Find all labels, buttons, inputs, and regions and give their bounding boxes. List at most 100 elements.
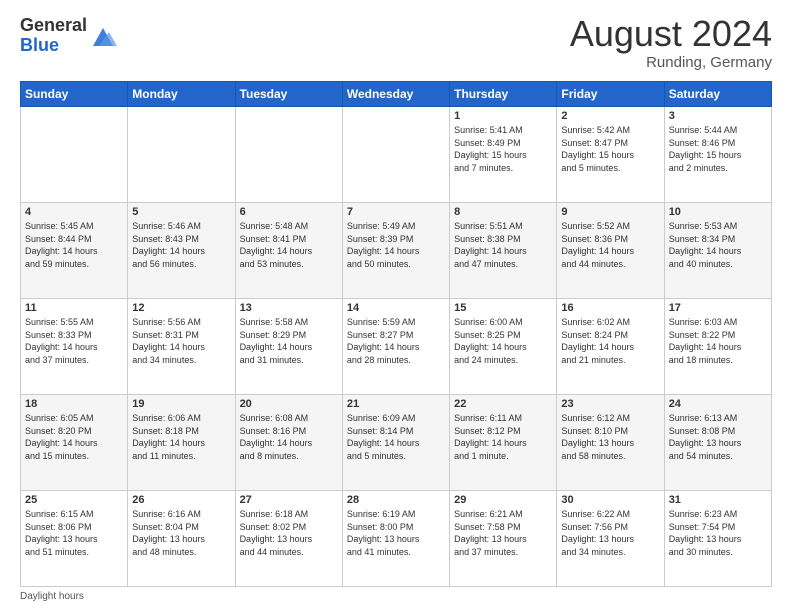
calendar-cell: 31 Sunrise: 6:23 AM Sunset: 7:54 PM Dayli…	[664, 491, 771, 587]
day-number: 28	[347, 494, 445, 506]
calendar-cell: 17 Sunrise: 6:03 AM Sunset: 8:22 PM Dayli…	[664, 299, 771, 395]
day-number: 17	[669, 302, 767, 314]
day-number: 21	[347, 398, 445, 410]
day-info: Sunrise: 5:59 AM Sunset: 8:27 PM Dayligh…	[347, 316, 445, 366]
day-info: Sunrise: 6:02 AM Sunset: 8:24 PM Dayligh…	[561, 316, 659, 366]
header-tuesday: Tuesday	[235, 82, 342, 107]
day-info: Sunrise: 5:58 AM Sunset: 8:29 PM Dayligh…	[240, 316, 338, 366]
footer-note: Daylight hours	[20, 591, 772, 602]
day-number: 9	[561, 206, 659, 218]
calendar-table: Sunday Monday Tuesday Wednesday Thursday…	[20, 81, 772, 587]
day-number: 6	[240, 206, 338, 218]
day-info: Sunrise: 6:21 AM Sunset: 7:58 PM Dayligh…	[454, 508, 552, 558]
calendar-cell: 7 Sunrise: 5:49 AM Sunset: 8:39 PM Daylig…	[342, 203, 449, 299]
calendar-cell: 23 Sunrise: 6:12 AM Sunset: 8:10 PM Dayli…	[557, 395, 664, 491]
day-info: Sunrise: 6:03 AM Sunset: 8:22 PM Dayligh…	[669, 316, 767, 366]
day-info: Sunrise: 5:51 AM Sunset: 8:38 PM Dayligh…	[454, 220, 552, 270]
calendar-cell: 6Sunrise: 5:48 AM Sunset: 8:41 PM Daylig…	[235, 203, 342, 299]
day-number: 15	[454, 302, 552, 314]
calendar-cell: 19Sunrise: 6:06 AM Sunset: 8:18 PM Dayli…	[128, 395, 235, 491]
calendar-cell: 30 Sunrise: 6:22 AM Sunset: 7:56 PM Dayli…	[557, 491, 664, 587]
day-info: Sunrise: 5:55 AM Sunset: 8:33 PM Dayligh…	[25, 316, 123, 366]
day-number: 11	[25, 302, 123, 314]
day-number: 18	[25, 398, 123, 410]
calendar-cell	[342, 107, 449, 203]
calendar-cell: 28 Sunrise: 6:19 AM Sunset: 8:00 PM Dayli…	[342, 491, 449, 587]
day-number: 4	[25, 206, 123, 218]
day-info: Sunrise: 6:06 AM Sunset: 8:18 PM Dayligh…	[132, 412, 230, 462]
calendar-cell: 5 Sunrise: 5:46 AM Sunset: 8:43 PM Daylig…	[128, 203, 235, 299]
day-number: 14	[347, 302, 445, 314]
day-info: Sunrise: 6:23 AM Sunset: 7:54 PM Dayligh…	[669, 508, 767, 558]
day-number: 16	[561, 302, 659, 314]
day-number: 3	[669, 110, 767, 122]
day-info: Sunrise: 5:53 AM Sunset: 8:34 PM Dayligh…	[669, 220, 767, 270]
day-number: 13	[240, 302, 338, 314]
day-info: Sunrise: 6:22 AM Sunset: 7:56 PM Dayligh…	[561, 508, 659, 558]
footer-note-text: Daylight hours	[20, 591, 84, 602]
day-number: 1	[454, 110, 552, 122]
header-saturday: Saturday	[664, 82, 771, 107]
day-number: 27	[240, 494, 338, 506]
day-info: Sunrise: 6:09 AM Sunset: 8:14 PM Dayligh…	[347, 412, 445, 462]
calendar-cell: 3 Sunrise: 5:44 AM Sunset: 8:46 PM Daylig…	[664, 107, 771, 203]
day-info: Sunrise: 5:45 AM Sunset: 8:44 PM Dayligh…	[25, 220, 123, 270]
day-number: 5	[132, 206, 230, 218]
day-info: Sunrise: 6:15 AM Sunset: 8:06 PM Dayligh…	[25, 508, 123, 558]
day-info: Sunrise: 6:19 AM Sunset: 8:00 PM Dayligh…	[347, 508, 445, 558]
month-year: August 2024	[570, 16, 772, 52]
day-number: 30	[561, 494, 659, 506]
calendar-cell: 24 Sunrise: 6:13 AM Sunset: 8:08 PM Dayli…	[664, 395, 771, 491]
calendar-cell: 9 Sunrise: 5:52 AM Sunset: 8:36 PM Daylig…	[557, 203, 664, 299]
day-info: Sunrise: 6:16 AM Sunset: 8:04 PM Dayligh…	[132, 508, 230, 558]
day-number: 25	[25, 494, 123, 506]
day-number: 10	[669, 206, 767, 218]
day-info: Sunrise: 6:12 AM Sunset: 8:10 PM Dayligh…	[561, 412, 659, 462]
day-number: 26	[132, 494, 230, 506]
calendar-cell: 22 Sunrise: 6:11 AM Sunset: 8:12 PM Dayli…	[450, 395, 557, 491]
day-number: 31	[669, 494, 767, 506]
day-number: 22	[454, 398, 552, 410]
day-number: 23	[561, 398, 659, 410]
header-wednesday: Wednesday	[342, 82, 449, 107]
calendar-cell: 10 Sunrise: 5:53 AM Sunset: 8:34 PM Dayli…	[664, 203, 771, 299]
day-info: Sunrise: 6:18 AM Sunset: 8:02 PM Dayligh…	[240, 508, 338, 558]
calendar-cell	[128, 107, 235, 203]
calendar-cell: 26 Sunrise: 6:16 AM Sunset: 8:04 PM Dayli…	[128, 491, 235, 587]
day-info: Sunrise: 5:46 AM Sunset: 8:43 PM Dayligh…	[132, 220, 230, 270]
calendar-cell: 2Sunrise: 5:42 AM Sunset: 8:47 PM Daylig…	[557, 107, 664, 203]
calendar-cell: 11 Sunrise: 5:55 AM Sunset: 8:33 PM Dayli…	[21, 299, 128, 395]
day-number: 8	[454, 206, 552, 218]
day-info: Sunrise: 6:11 AM Sunset: 8:12 PM Dayligh…	[454, 412, 552, 462]
day-number: 29	[454, 494, 552, 506]
header-thursday: Thursday	[450, 82, 557, 107]
day-info: Sunrise: 5:52 AM Sunset: 8:36 PM Dayligh…	[561, 220, 659, 270]
page: General Blue August 2024 Runding, German…	[0, 0, 792, 612]
title-block: August 2024 Runding, Germany	[570, 16, 772, 71]
day-info: Sunrise: 5:56 AM Sunset: 8:31 PM Dayligh…	[132, 316, 230, 366]
day-info: Sunrise: 5:41 AM Sunset: 8:49 PM Dayligh…	[454, 124, 552, 174]
header: General Blue August 2024 Runding, German…	[20, 16, 772, 71]
calendar-week-4: 18 Sunrise: 6:05 AM Sunset: 8:20 PM Dayli…	[21, 395, 772, 491]
calendar-week-2: 4 Sunrise: 5:45 AM Sunset: 8:44 PM Daylig…	[21, 203, 772, 299]
logo-text: General Blue	[20, 16, 87, 56]
day-info: Sunrise: 6:13 AM Sunset: 8:08 PM Dayligh…	[669, 412, 767, 462]
day-number: 20	[240, 398, 338, 410]
calendar-cell: 29 Sunrise: 6:21 AM Sunset: 7:58 PM Dayli…	[450, 491, 557, 587]
calendar-cell: 12Sunrise: 5:56 AM Sunset: 8:31 PM Dayli…	[128, 299, 235, 395]
day-info: Sunrise: 5:42 AM Sunset: 8:47 PM Dayligh…	[561, 124, 659, 174]
day-info: Sunrise: 6:00 AM Sunset: 8:25 PM Dayligh…	[454, 316, 552, 366]
calendar-cell: 1 Sunrise: 5:41 AM Sunset: 8:49 PM Daylig…	[450, 107, 557, 203]
header-friday: Friday	[557, 82, 664, 107]
logo: General Blue	[20, 16, 117, 56]
calendar-cell: 15 Sunrise: 6:00 AM Sunset: 8:25 PM Dayli…	[450, 299, 557, 395]
day-number: 7	[347, 206, 445, 218]
header-sunday: Sunday	[21, 82, 128, 107]
day-info: Sunrise: 6:05 AM Sunset: 8:20 PM Dayligh…	[25, 412, 123, 462]
calendar-cell: 25 Sunrise: 6:15 AM Sunset: 8:06 PM Dayli…	[21, 491, 128, 587]
day-number: 24	[669, 398, 767, 410]
location: Runding, Germany	[570, 54, 772, 71]
day-info: Sunrise: 5:44 AM Sunset: 8:46 PM Dayligh…	[669, 124, 767, 174]
day-info: Sunrise: 5:49 AM Sunset: 8:39 PM Dayligh…	[347, 220, 445, 270]
logo-icon	[89, 22, 117, 50]
